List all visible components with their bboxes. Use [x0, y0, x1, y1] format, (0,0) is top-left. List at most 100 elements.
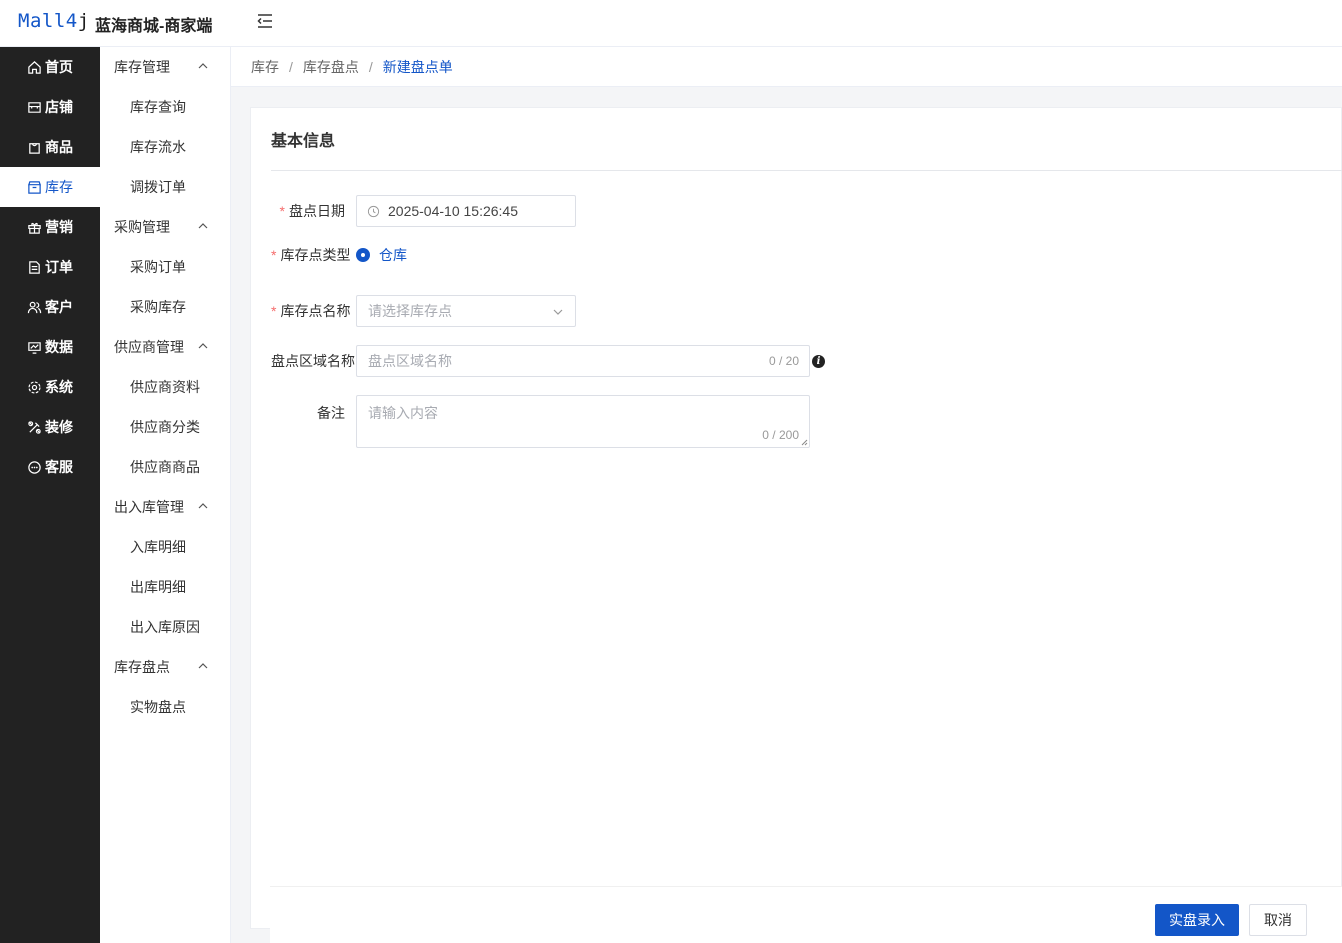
submenu-item[interactable]: 入库明细 [100, 527, 230, 567]
form-row-date: * 盘点日期 2025-04-10 15:26:45 [271, 195, 576, 227]
info-icon[interactable]: i [812, 354, 825, 368]
sidebar-item-orders[interactable]: 订单 [0, 247, 100, 287]
char-counter: 0 / 200 [762, 428, 799, 442]
sidebar-item-label: 商品 [45, 139, 73, 155]
resize-grip-icon[interactable] [801, 439, 808, 446]
customer-icon [27, 300, 42, 315]
submenu-group-purchase[interactable]: 采购管理 [100, 207, 230, 247]
logo: Mall4j [18, 10, 90, 32]
section-title: 基本信息 [271, 133, 336, 150]
top-bar: Mall4j 蓝海商城-商家端 [0, 0, 1342, 47]
submenu-group-label: 库存盘点 [114, 659, 170, 675]
form-row-area-name: 盘点区域名称 盘点区域名称 0 / 20 i [271, 345, 825, 377]
submenu-item[interactable]: 出入库原因 [100, 607, 230, 647]
sidebar-item-label: 首页 [45, 59, 73, 75]
remark-textarea[interactable]: 请输入内容 0 / 200 [356, 395, 810, 448]
form-row-remark: 备注 请输入内容 0 / 200 [271, 395, 810, 448]
chevron-up-icon [198, 503, 208, 509]
chevron-up-icon [198, 663, 208, 669]
form-row-point-name: * 库存点名称 请选择库存点 [271, 295, 576, 327]
sidebar-item-home[interactable]: 首页 [0, 47, 100, 87]
submenu-group-label: 出入库管理 [114, 499, 184, 515]
submit-stocktake-button[interactable]: 实盘录入 [1155, 904, 1239, 936]
form-label: 备注 [317, 405, 345, 421]
sidebar-item-service[interactable]: 客服 [0, 447, 100, 487]
submenu-group-label: 采购管理 [114, 219, 170, 235]
form-label: * 库存点类型 [271, 247, 351, 263]
sidebar-item-label: 装修 [45, 419, 73, 435]
home-icon [27, 60, 42, 75]
char-counter: 0 / 20 [768, 354, 799, 368]
submenu-group-supplier[interactable]: 供应商管理 [100, 327, 230, 367]
breadcrumb-item[interactable]: 库存 [251, 57, 279, 77]
order-icon [27, 260, 42, 275]
sidebar-item-shop[interactable]: 店铺 [0, 87, 100, 127]
breadcrumb: 库存 / 库存盘点 / 新建盘点单 [231, 47, 1342, 87]
sidebar-item-customers[interactable]: 客户 [0, 287, 100, 327]
submenu-item[interactable]: 采购库存 [100, 287, 230, 327]
sidebar-item-label: 库存 [45, 179, 73, 195]
stock-point-select[interactable]: 请选择库存点 [356, 295, 576, 327]
submenu-item[interactable]: 供应商资料 [100, 367, 230, 407]
form-label: 盘点区域名称 [271, 353, 355, 369]
form-card: 基本信息 * 盘点日期 2025-04-10 15:26:45 * 库存点类型 仓库… [250, 107, 1342, 929]
sidebar-item-label: 系统 [45, 379, 73, 395]
cancel-button[interactable]: 取消 [1249, 904, 1307, 936]
footer-actions: 实盘录入 取消 [270, 886, 1342, 943]
form-label: * 库存点名称 [271, 303, 351, 319]
chat-icon [27, 460, 42, 475]
textarea-placeholder: 请输入内容 [368, 405, 438, 421]
submenu-item[interactable]: 实物盘点 [100, 687, 230, 727]
submenu-group-inventory[interactable]: 库存管理 [100, 47, 230, 87]
decorate-icon [27, 420, 42, 435]
sidebar-item-decorate[interactable]: 装修 [0, 407, 100, 447]
chevron-up-icon [198, 343, 208, 349]
sub-sidebar: 库存管理 库存查询 库存流水 调拨订单 采购管理 采购订单 采购库存 供应商管理… [100, 47, 231, 943]
submenu-item[interactable]: 库存流水 [100, 127, 230, 167]
submenu-item[interactable]: 供应商分类 [100, 407, 230, 447]
date-picker[interactable]: 2025-04-10 15:26:45 [356, 195, 576, 227]
radio-checked-icon [356, 248, 370, 262]
sidebar-item-label: 客户 [45, 299, 73, 315]
radio-warehouse[interactable]: 仓库 [356, 245, 407, 265]
shop-icon [27, 100, 42, 115]
submenu-item[interactable]: 出库明细 [100, 567, 230, 607]
divider [271, 170, 1342, 171]
chevron-up-icon [198, 63, 208, 69]
gear-icon [27, 380, 42, 395]
area-name-input[interactable]: 盘点区域名称 0 / 20 [356, 345, 810, 377]
sidebar-item-data[interactable]: 数据 [0, 327, 100, 367]
input-placeholder: 盘点区域名称 [368, 353, 452, 369]
sidebar-item-label: 店铺 [45, 99, 73, 115]
submenu-group-stock-io[interactable]: 出入库管理 [100, 487, 230, 527]
select-placeholder: 请选择库存点 [368, 303, 452, 319]
gift-icon [27, 220, 42, 235]
required-mark: * [271, 247, 277, 263]
required-mark: * [271, 303, 277, 319]
sidebar-item-inventory[interactable]: 库存 [0, 167, 100, 207]
submenu-item[interactable]: 库存查询 [100, 87, 230, 127]
submenu-group-label: 库存管理 [114, 59, 170, 75]
sidebar-item-marketing[interactable]: 营销 [0, 207, 100, 247]
date-value: 2025-04-10 15:26:45 [388, 203, 518, 219]
submenu-group-stocktake[interactable]: 库存盘点 [100, 647, 230, 687]
main-sidebar: 首页 店铺 商品 库存 营销 订单 客户 数据 系统 装修 客服 [0, 47, 100, 943]
submenu-item[interactable]: 调拨订单 [100, 167, 230, 207]
sidebar-item-goods[interactable]: 商品 [0, 127, 100, 167]
submenu-item[interactable]: 采购订单 [100, 247, 230, 287]
inventory-icon [27, 180, 42, 195]
clock-icon [367, 205, 380, 217]
radio-label: 仓库 [379, 247, 407, 263]
required-mark: * [279, 203, 285, 219]
submenu-item[interactable]: 供应商商品 [100, 447, 230, 487]
sidebar-item-label: 订单 [45, 259, 73, 275]
chevron-up-icon [198, 223, 208, 229]
breadcrumb-separator: / [289, 58, 293, 75]
sidebar-item-system[interactable]: 系统 [0, 367, 100, 407]
breadcrumb-item[interactable]: 库存盘点 [303, 57, 359, 77]
sidebar-item-label: 数据 [45, 339, 73, 355]
form-row-point-type: * 库存点类型 仓库 [271, 245, 407, 265]
menu-fold-icon[interactable] [256, 12, 274, 30]
breadcrumb-current: 新建盘点单 [382, 58, 453, 75]
form-label: * 盘点日期 [279, 203, 345, 219]
